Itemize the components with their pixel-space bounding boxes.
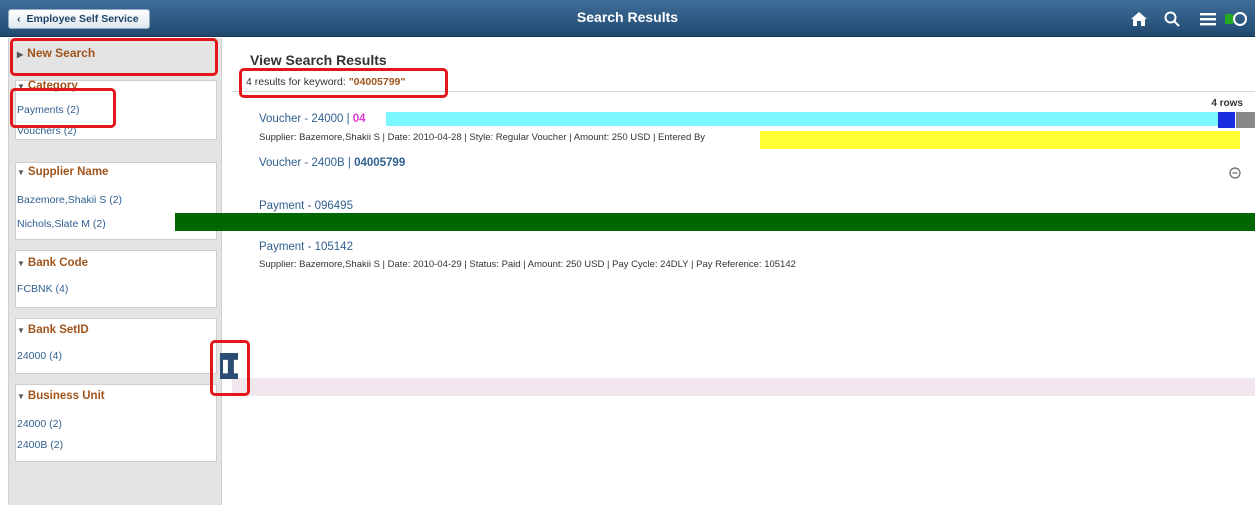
pause-icon: ❚❚ [220, 358, 242, 373]
facet-title-bank-code[interactable]: ▼ Bank Code [17, 257, 88, 269]
result-description: Supplier: Bazemore,Shakii S | Date: 2010… [259, 132, 706, 143]
back-button[interactable]: ‹ Employee Self Service [8, 9, 150, 29]
facet-item-bu-24000[interactable]: 24000 (2) [17, 418, 62, 430]
facet-title-supplier-name[interactable]: ▼ Supplier Name [17, 166, 108, 178]
facet-item-bazemore[interactable]: Bazemore,Shakii S (2) [17, 194, 122, 206]
facet-title-label: Business Unit [27, 390, 105, 402]
result-title-payment-096495[interactable]: Payment - 096495 [259, 200, 353, 212]
facet-item-fcbnk[interactable]: FCBNK (4) [17, 283, 68, 295]
menu-icon[interactable] [1199, 10, 1217, 28]
result-title-text: Voucher - 2400B | [259, 157, 355, 169]
result-title-voucher-24000[interactable]: Voucher - 24000 | 04 [259, 113, 366, 125]
facet-item-vouchers[interactable]: Vouchers (2) [17, 125, 77, 137]
caret-down-icon: ▼ [17, 326, 25, 335]
search-icon[interactable] [1163, 10, 1181, 28]
result-description: Supplier: Bazemore,Shakii S | Date: 2010… [259, 259, 796, 270]
highlight-band [760, 131, 1240, 149]
caret-down-icon: ▼ [17, 82, 25, 91]
results-count-text: 4 results for keyword: [246, 76, 349, 88]
new-search-link[interactable]: ▶ New Search [17, 46, 217, 60]
result-title-keyword: 04 [352, 113, 366, 125]
facet-title-label: Supplier Name [27, 166, 109, 178]
result-title-payment-105142[interactable]: Payment - 105142 [259, 241, 353, 253]
facet-item-nichols[interactable]: Nichols,Slate M (2) [17, 218, 106, 230]
new-search-label: New Search [27, 46, 96, 60]
facet-item-24000[interactable]: 24000 (4) [17, 350, 62, 362]
results-divider [232, 91, 1255, 92]
facet-title-business-unit[interactable]: ▼ Business Unit [17, 390, 105, 402]
facet-item-payments[interactable]: Payments (2) [17, 104, 79, 116]
result-title-voucher-2400b[interactable]: Voucher - 2400B | 04005799 [259, 157, 405, 169]
page-title: Search Results [576, 9, 679, 25]
back-button-label: Employee Self Service [26, 13, 139, 25]
facet-title-label: Bank Code [27, 257, 88, 269]
home-icon[interactable] [1130, 10, 1148, 28]
caret-down-icon: ▼ [17, 259, 25, 268]
highlight-band [175, 213, 1255, 231]
result-title-text: Payment - 096495 [259, 200, 353, 212]
highlight-band [386, 112, 1218, 126]
navbar-icon[interactable] [1223, 10, 1247, 28]
search-keyword: "04005799" [348, 76, 406, 88]
facet-item-bu-2400b[interactable]: 2400B (2) [17, 439, 63, 451]
result-title-keyword: 04005799 [354, 157, 406, 169]
artifact-chip [1218, 112, 1235, 128]
facet-title-category[interactable]: ▼ Category [17, 80, 78, 92]
caret-down-icon: ▼ [17, 392, 25, 401]
results-count: 4 results for keyword: "04005799" [246, 76, 405, 88]
result-title-text: Payment - 105142 [259, 241, 353, 253]
caret-right-icon: ▶ [17, 50, 24, 59]
facet-title-bank-setid[interactable]: ▼ Bank SetID [17, 324, 89, 336]
result-title-text: Voucher - 24000 | [259, 113, 353, 125]
top-banner: ‹ Employee Self Service Search Results [0, 0, 1255, 37]
facet-title-label: Category [27, 80, 78, 92]
rows-count: 4 rows [1211, 98, 1243, 109]
facet-sidebar: ▶ New Search ▼ Category Payments (2) Vouch… [8, 38, 222, 505]
caret-down-icon: ▼ [17, 168, 25, 177]
highlight-band [232, 378, 1255, 396]
artifact-chip [1236, 112, 1255, 128]
sidebar-collapse-button[interactable]: ❚❚ [220, 353, 242, 379]
chevron-left-icon: ‹ [17, 13, 21, 25]
facet-title-label: Bank SetID [27, 324, 89, 336]
expand-circle-icon[interactable] [1228, 166, 1242, 180]
results-heading: View Search Results [250, 52, 387, 68]
